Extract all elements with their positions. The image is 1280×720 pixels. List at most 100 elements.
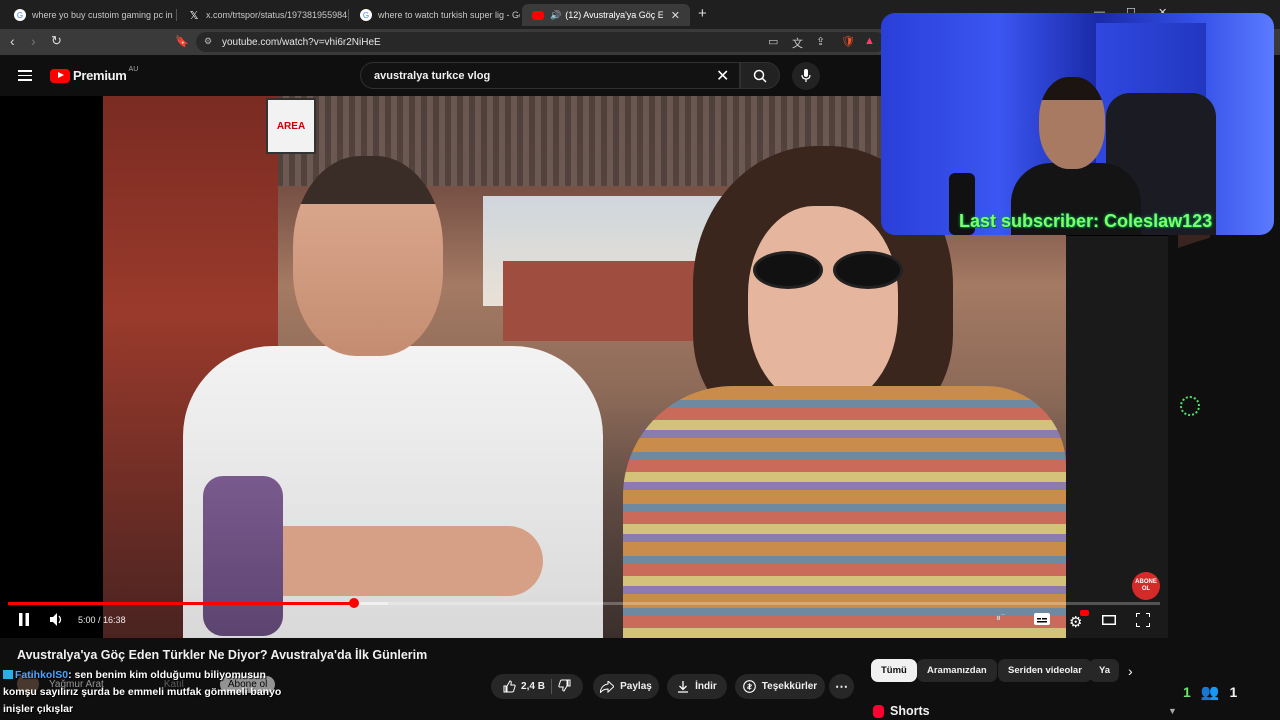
- menu-icon[interactable]: [18, 70, 32, 81]
- search-query: avustralya turkce vlog: [374, 69, 491, 82]
- shorts-section-header: Shorts: [873, 704, 930, 718]
- time-separator: /: [95, 615, 104, 625]
- subtitles-icon: [1034, 613, 1050, 625]
- users-icon: 👥: [1200, 684, 1220, 701]
- clear-search-icon[interactable]: ✕: [716, 66, 729, 86]
- pause-icon: [19, 613, 29, 626]
- woman-face: [748, 206, 898, 406]
- time-current: 5:00: [78, 615, 96, 625]
- shorts-label: Shorts: [890, 704, 930, 718]
- chip-partial[interactable]: Ya: [1089, 659, 1119, 682]
- subscribe-watermark[interactable]: ABONE OL: [1132, 572, 1160, 600]
- settings-button[interactable]: ⚙: [1069, 610, 1089, 631]
- google-icon: G: [360, 9, 372, 21]
- chip-all[interactable]: Tümü: [871, 659, 917, 682]
- chip-from-search[interactable]: Aramanızdan: [917, 659, 997, 682]
- chat-text-line: inişler çıkışlar: [3, 703, 74, 715]
- tab-title: (12) Avustralya'ya Göç Eden T: [565, 10, 663, 20]
- youtube-icon: [532, 10, 544, 20]
- progress-played: [8, 602, 355, 605]
- like-count: 2,4 B: [521, 681, 545, 692]
- tab-google-search-2[interactable]: G where to watch turkish super lig - Go: [350, 4, 520, 26]
- tab-divider: [348, 9, 349, 21]
- logo-text: Premium: [73, 68, 127, 83]
- viewer-count-right: 1: [1229, 684, 1238, 700]
- volume-button[interactable]: [50, 613, 65, 629]
- close-tab-icon[interactable]: ✕: [671, 9, 680, 22]
- striped-sweater: [623, 386, 1066, 638]
- site-info-icon[interactable]: ⚙: [204, 36, 212, 47]
- chip-from-series[interactable]: Seriden videolar: [998, 659, 1092, 682]
- video-foreground-bottle: [203, 476, 283, 636]
- pause-button[interactable]: [18, 613, 30, 629]
- new-tab-button[interactable]: +: [698, 5, 707, 22]
- chat-message: FatihkolS0: sen benim kim olduğumu biliy…: [3, 667, 323, 684]
- autoplay-toggle[interactable]: ⏸⁻: [996, 613, 1005, 624]
- subtitles-button[interactable]: [1034, 613, 1050, 628]
- super-thanks-icon: [742, 680, 756, 693]
- bookmark-icon[interactable]: 🔖: [175, 35, 189, 48]
- streamer-head: [1039, 77, 1105, 169]
- audio-playing-icon: 🔊: [550, 9, 562, 20]
- youtube-play-icon: [50, 68, 70, 83]
- tab-youtube-active[interactable]: 🔊 (12) Avustralya'ya Göç Eden T ✕: [522, 4, 690, 26]
- streamer-webcam-overlay: Last subscriber: Coleslaw123: [881, 13, 1274, 235]
- loading-ring-icon: [1180, 396, 1200, 416]
- chevron-right-icon[interactable]: ›: [1128, 663, 1133, 679]
- share-button[interactable]: Paylaş: [593, 674, 659, 699]
- last-subscriber-text: Last subscriber: Coleslaw123: [959, 211, 1213, 231]
- no-parking-sign: AREA: [266, 98, 316, 154]
- voice-search-button[interactable]: [792, 62, 820, 90]
- time-total: 16:38: [103, 615, 126, 625]
- fullscreen-button[interactable]: [1135, 612, 1151, 630]
- sign-text: AREA: [276, 120, 306, 132]
- stream-chat-overlay: FatihkolS0: sen benim kim olduğumu biliy…: [3, 667, 323, 718]
- share-arrow-icon: [600, 680, 615, 693]
- theater-icon: [1102, 615, 1116, 625]
- like-dislike-group: 2,4 B: [491, 674, 583, 699]
- share-icon[interactable]: ⇪: [816, 35, 825, 48]
- tab-divider: [176, 9, 177, 21]
- dislike-button[interactable]: [558, 679, 571, 695]
- chat-text: : sen benim kim olduğumu biliyomusun: [68, 669, 266, 681]
- download-button[interactable]: İndir: [667, 674, 727, 699]
- search-button[interactable]: [740, 62, 780, 89]
- chat-text-line: komşu sayılırız şurda be emmeli mutfak g…: [3, 686, 282, 698]
- brave-shield-icon[interactable]: 🛡: [841, 35, 855, 48]
- thanks-button[interactable]: Teşekkürler: [735, 674, 825, 699]
- search-input[interactable]: avustralya turkce vlog: [360, 62, 740, 89]
- chat-username: FatihkolS0: [15, 669, 69, 681]
- address-bar[interactable]: ⚙ youtube.com/watch?v=vhi6r2NiHeE: [196, 32, 886, 52]
- translate-icon[interactable]: 文: [792, 35, 803, 51]
- shorts-icon: [873, 704, 884, 718]
- chat-badge-icon: [3, 670, 13, 679]
- x-icon: 𝕏: [189, 9, 199, 22]
- forward-icon[interactable]: ›: [31, 33, 36, 49]
- viewer-counter: 1 👥 1: [1183, 683, 1237, 701]
- hd-badge: [1080, 610, 1089, 616]
- like-divider: [550, 679, 552, 694]
- reload-icon[interactable]: ↻: [51, 33, 62, 49]
- search-icon: [753, 69, 767, 83]
- chevron-down-icon[interactable]: ▼: [1168, 706, 1177, 716]
- youtube-logo[interactable]: Premium AU: [50, 66, 139, 83]
- more-actions-button[interactable]: ⋯: [829, 674, 854, 699]
- like-button[interactable]: 2,4 B: [503, 680, 545, 693]
- back-icon[interactable]: ‹: [10, 33, 15, 49]
- time-display: 5:00 / 16:38: [78, 615, 126, 625]
- more-horizontal-icon: ⋯: [835, 678, 848, 694]
- cast-icon[interactable]: ▭: [768, 35, 778, 48]
- download-label: İndir: [695, 681, 717, 692]
- thanks-label: Teşekkürler: [761, 681, 818, 692]
- theater-mode-button[interactable]: [1102, 613, 1116, 628]
- region-code: AU: [128, 66, 139, 73]
- tab-x-status[interactable]: 𝕏 x.com/trtspor/status/197381955984: [178, 4, 348, 26]
- google-icon: G: [14, 9, 26, 21]
- brave-rewards-icon[interactable]: ▲: [864, 35, 875, 47]
- tab-google-search-1[interactable]: G where yo buy custoim gaming pc in :: [4, 4, 174, 26]
- volume-icon: [50, 613, 62, 626]
- man-head: [293, 156, 443, 356]
- fullscreen-icon: [1135, 612, 1151, 628]
- thumbs-up-icon: [503, 680, 516, 693]
- video-title: Avustralya'ya Göç Eden Türkler Ne Diyor?…: [17, 648, 428, 662]
